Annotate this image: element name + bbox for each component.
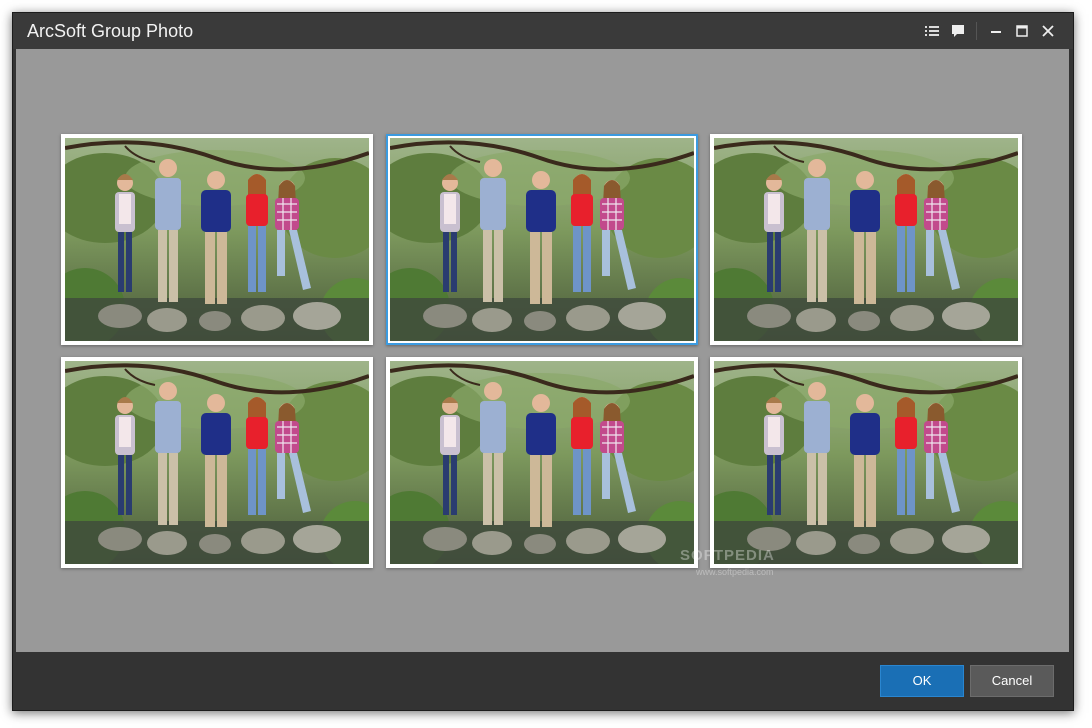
maximize-icon xyxy=(1016,25,1028,37)
titlebar-divider xyxy=(976,22,977,40)
group-photo-image xyxy=(714,138,1018,341)
watermark-text: SOFTPEDIA xyxy=(680,547,775,564)
feedback-icon xyxy=(952,25,964,37)
list-view-button[interactable] xyxy=(919,19,945,43)
window-title: ArcSoft Group Photo xyxy=(27,21,194,41)
photo-thumbnail-4[interactable] xyxy=(61,357,373,568)
group-photo-image xyxy=(390,138,694,341)
dialog-footer: OK Cancel xyxy=(13,652,1073,710)
close-button[interactable] xyxy=(1035,19,1061,43)
photo-thumbnail-5[interactable] xyxy=(386,357,698,568)
photo-thumbnail-2[interactable] xyxy=(386,134,698,345)
minimize-button[interactable] xyxy=(983,19,1009,43)
group-photo-image xyxy=(65,361,369,564)
group-photo-image xyxy=(65,138,369,341)
app-window: ArcSoft Group Photo SOFTPEDIA www.softpe… xyxy=(12,12,1074,711)
maximize-button[interactable] xyxy=(1009,19,1035,43)
cancel-button[interactable]: Cancel xyxy=(970,665,1054,697)
group-photo-image xyxy=(390,361,694,564)
feedback-button[interactable] xyxy=(945,19,971,43)
title-bar: ArcSoft Group Photo xyxy=(13,13,1073,49)
watermark-url: www.softpedia.com xyxy=(696,567,774,577)
photo-thumbnail-1[interactable] xyxy=(61,134,373,345)
photo-thumbnail-6[interactable] xyxy=(710,357,1022,568)
photo-thumbnail-3[interactable] xyxy=(710,134,1022,345)
ok-button[interactable]: OK xyxy=(880,665,964,697)
photo-grid: SOFTPEDIA www.softpedia.com xyxy=(16,49,1069,652)
group-photo-image xyxy=(714,361,1018,564)
list-view-icon xyxy=(925,26,939,36)
close-icon xyxy=(1042,25,1054,37)
minimize-icon xyxy=(991,31,1001,33)
